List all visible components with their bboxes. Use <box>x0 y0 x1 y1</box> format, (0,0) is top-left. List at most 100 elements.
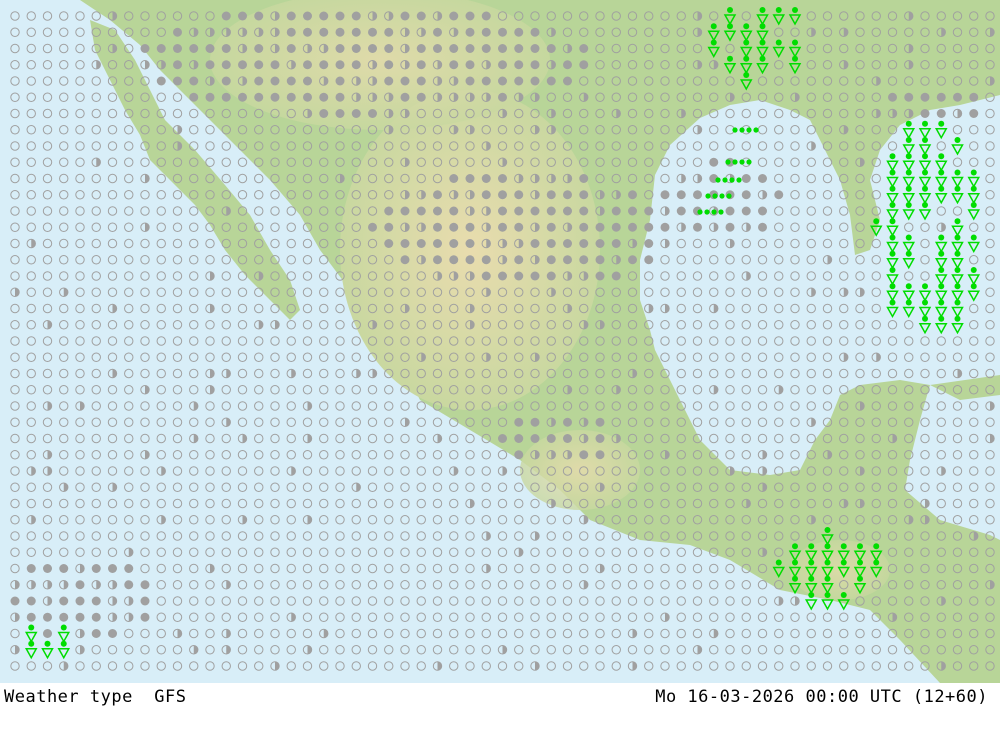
cloud-filled-marker <box>400 206 410 216</box>
cloud-filled-marker <box>693 222 702 232</box>
cloud-filled-marker <box>173 44 182 53</box>
rain-drop-icon <box>905 234 912 241</box>
cloud-filled-marker <box>644 255 654 265</box>
cloud-filled-marker <box>465 44 475 53</box>
cloud-filled-marker <box>319 11 329 21</box>
cloud-filled-marker <box>140 612 150 622</box>
cloud-filled-marker <box>481 27 491 37</box>
cloud-filled-marker <box>465 239 475 248</box>
cloud-filled-marker <box>75 596 85 606</box>
cloud-filled-marker <box>595 271 605 281</box>
cloud-filled-marker <box>400 92 410 102</box>
cloud-filled-marker <box>563 60 572 70</box>
rain-drop-icon <box>922 299 928 306</box>
rain-drop-icon <box>44 640 51 647</box>
cloud-filled-marker <box>384 239 394 248</box>
cloud-filled-marker <box>563 76 572 86</box>
cloud-filled-marker <box>969 92 979 102</box>
cloud-filled-marker <box>628 255 637 265</box>
cloud-filled-marker <box>481 11 491 21</box>
cloud-filled-marker <box>579 44 589 53</box>
cloud-filled-marker <box>514 76 524 86</box>
cloud-filled-marker <box>563 190 572 200</box>
cloud-filled-marker <box>319 27 329 37</box>
cloud-filled-marker <box>579 60 589 70</box>
rain-drop-icon <box>970 185 977 192</box>
rain-drop-icon <box>792 55 798 62</box>
cloud-filled-marker <box>611 222 621 232</box>
cloud-filled-marker <box>416 44 426 53</box>
drizzle-dot-icon <box>718 209 724 215</box>
rain-drop-icon <box>922 120 928 127</box>
cloud-filled-marker <box>156 44 166 53</box>
map-canvas <box>0 0 1000 683</box>
cloud-filled-marker <box>595 255 605 265</box>
cloud-filled-marker <box>579 450 589 460</box>
rain-drop-icon <box>922 153 928 160</box>
rain-drop-icon <box>922 169 928 176</box>
drizzle-dot-icon <box>726 193 732 199</box>
cloud-filled-marker <box>676 206 686 216</box>
cloud-filled-marker <box>498 76 507 86</box>
cloud-filled-marker <box>286 11 296 21</box>
cloud-filled-marker <box>384 27 394 37</box>
cloud-filled-marker <box>433 255 442 265</box>
cloud-filled-marker <box>368 27 377 37</box>
cloud-filled-marker <box>254 76 264 86</box>
rain-drop-icon <box>954 137 961 143</box>
rain-drop-icon <box>873 543 880 550</box>
cloud-filled-marker <box>384 76 394 86</box>
cloud-filled-marker <box>741 174 751 183</box>
cloud-filled-marker <box>43 564 52 573</box>
rain-drop-icon <box>954 234 961 241</box>
cloud-filled-marker <box>286 44 296 53</box>
cloud-filled-marker <box>238 60 247 70</box>
cloud-filled-marker <box>611 271 621 281</box>
cloud-filled-marker <box>449 11 459 21</box>
cloud-filled-marker <box>514 417 524 427</box>
rain-drop-icon <box>759 55 766 62</box>
cloud-filled-marker <box>741 190 751 200</box>
cloud-filled-marker <box>530 271 540 281</box>
cloud-filled-marker <box>400 11 410 21</box>
cloud-filled-marker <box>303 27 312 37</box>
cloud-filled-marker <box>514 222 524 232</box>
cloud-filled-marker <box>530 206 540 216</box>
rain-drop-icon <box>727 23 733 30</box>
rain-drop-icon <box>938 283 945 290</box>
rain-drop-icon <box>60 640 67 647</box>
cloud-filled-marker <box>904 92 914 102</box>
cloud-filled-marker <box>498 206 507 216</box>
rain-drop-icon <box>889 283 896 290</box>
rain-drop-icon <box>938 267 945 273</box>
cloud-filled-marker <box>270 60 280 70</box>
cloud-filled-marker <box>384 60 394 70</box>
footer: Weather type GFS Mo 16-03-2026 00:00 UTC… <box>0 683 1000 733</box>
rain-drop-icon <box>792 39 798 46</box>
highland-plateau <box>340 90 600 410</box>
cloud-filled-marker <box>498 271 507 281</box>
cloud-filled-marker <box>546 271 556 281</box>
rain-drop-icon <box>954 185 961 192</box>
cloud-filled-marker <box>416 206 426 216</box>
rain-drop-icon <box>775 559 782 566</box>
cloud-filled-marker <box>124 580 134 590</box>
rain-drop-icon <box>727 7 733 13</box>
rain-drop-icon <box>857 543 863 550</box>
cloud-filled-marker <box>303 76 312 86</box>
cloud-filled-marker <box>270 92 280 102</box>
drizzle-dot-icon <box>697 209 703 215</box>
cloud-filled-marker <box>26 564 36 573</box>
cloud-filled-marker <box>481 44 491 53</box>
cloud-filled-marker <box>774 190 784 200</box>
cloud-filled-marker <box>10 596 20 606</box>
cloud-filled-marker <box>546 44 556 53</box>
cloud-filled-marker <box>611 206 621 216</box>
cloud-filled-marker <box>449 222 459 232</box>
cloud-filled-marker <box>563 434 572 443</box>
drizzle-dot-icon <box>732 127 738 133</box>
rain-drop-icon <box>873 218 880 225</box>
rain-drop-icon <box>857 559 863 566</box>
drizzle-dot-icon <box>736 177 742 183</box>
rain-drop-icon <box>792 543 798 550</box>
